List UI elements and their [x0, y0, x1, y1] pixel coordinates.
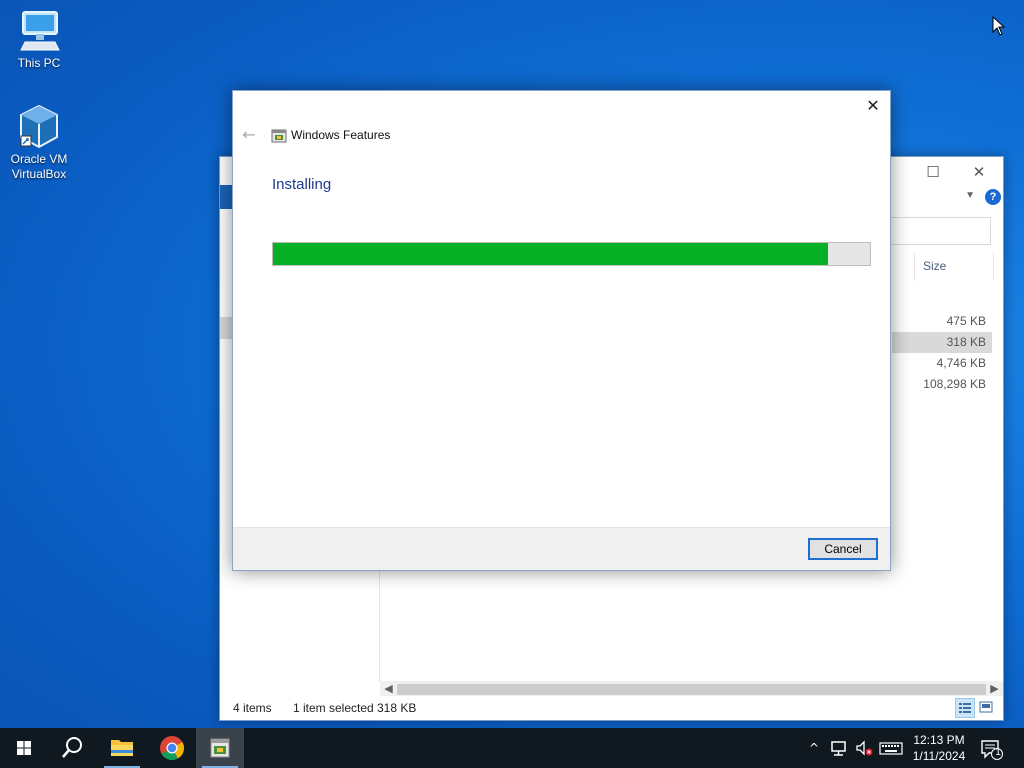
details-view-icon[interactable]	[955, 698, 975, 718]
volume-muted-icon[interactable]	[854, 738, 874, 758]
mouse-pointer-icon	[992, 15, 1006, 36]
dialog-close-button[interactable]: ✕	[862, 95, 884, 117]
notification-count: 1	[995, 747, 1001, 758]
cancel-button[interactable]: Cancel	[808, 538, 878, 560]
start-button[interactable]	[0, 728, 48, 768]
chrome-taskbar-button[interactable]	[148, 728, 196, 768]
explorer-maximize-button[interactable]: ☐	[913, 161, 953, 183]
explorer-statusbar: 4 items 1 item selected 318 KB	[220, 696, 1003, 720]
item-count: 4 items	[233, 701, 272, 715]
size-cell[interactable]: 4,746 KB	[892, 353, 992, 374]
search-button[interactable]	[48, 728, 96, 768]
virtualbox-desktop-icon[interactable]: Oracle VM VirtualBox	[4, 104, 74, 182]
install-progress-bar	[272, 242, 871, 266]
action-center-button[interactable]: 1	[980, 738, 1004, 760]
search-icon	[62, 737, 82, 758]
taskbar: ^ 12:13 PM 1/11/2024 1	[0, 728, 1024, 768]
back-arrow-icon[interactable]: ←	[239, 125, 259, 145]
windows-features-taskbar-button[interactable]	[196, 728, 244, 768]
desktop-icon-label: This PC	[17, 56, 61, 70]
help-button[interactable]: ?	[985, 189, 1001, 205]
folder-icon	[111, 740, 133, 756]
windows-logo-icon	[17, 741, 31, 755]
size-cell[interactable]: 108,298 KB	[892, 374, 992, 395]
selection-size: 318 KB	[377, 701, 417, 715]
computer-icon	[15, 8, 63, 54]
windows-features-dialog: ✕ ← Windows Features Installing Cancel	[232, 90, 891, 571]
chrome-icon	[160, 736, 184, 761]
clock[interactable]: 12:13 PM 1/11/2024	[906, 732, 972, 764]
installing-heading: Installing	[272, 176, 332, 193]
windows-features-icon	[210, 738, 230, 758]
explorer-close-button[interactable]: ✕	[959, 161, 999, 183]
clock-time: 12:13 PM	[913, 733, 965, 747]
this-pc-desktop-icon[interactable]: This PC	[4, 8, 74, 71]
chevron-down-icon[interactable]: ▼	[965, 190, 975, 201]
large-icons-view-icon[interactable]	[977, 698, 997, 718]
size-column: 475 KB 318 KB 4,746 KB 108,298 KB	[892, 311, 992, 395]
network-icon[interactable]	[829, 738, 849, 758]
dialog-title: Windows Features	[291, 128, 391, 142]
nav-pane-divider	[379, 557, 380, 682]
dialog-footer: Cancel	[233, 527, 890, 570]
keyboard-icon[interactable]	[879, 738, 903, 758]
file-explorer-taskbar-button[interactable]	[98, 728, 146, 768]
selection-count: 1 item selected	[293, 701, 374, 715]
size-cell[interactable]: 475 KB	[892, 311, 992, 332]
clock-date: 1/11/2024	[912, 749, 966, 763]
progress-fill	[273, 243, 829, 265]
show-hidden-icons-chevron-icon[interactable]: ^	[804, 738, 824, 758]
virtualbox-icon	[15, 104, 63, 150]
size-cell[interactable]: 318 KB	[892, 332, 992, 353]
desktop-icon-label: Oracle VM VirtualBox	[10, 152, 68, 181]
scrollbar-thumb[interactable]	[397, 684, 986, 695]
column-header-size[interactable]: Size	[914, 253, 994, 281]
windows-features-icon	[271, 128, 287, 144]
